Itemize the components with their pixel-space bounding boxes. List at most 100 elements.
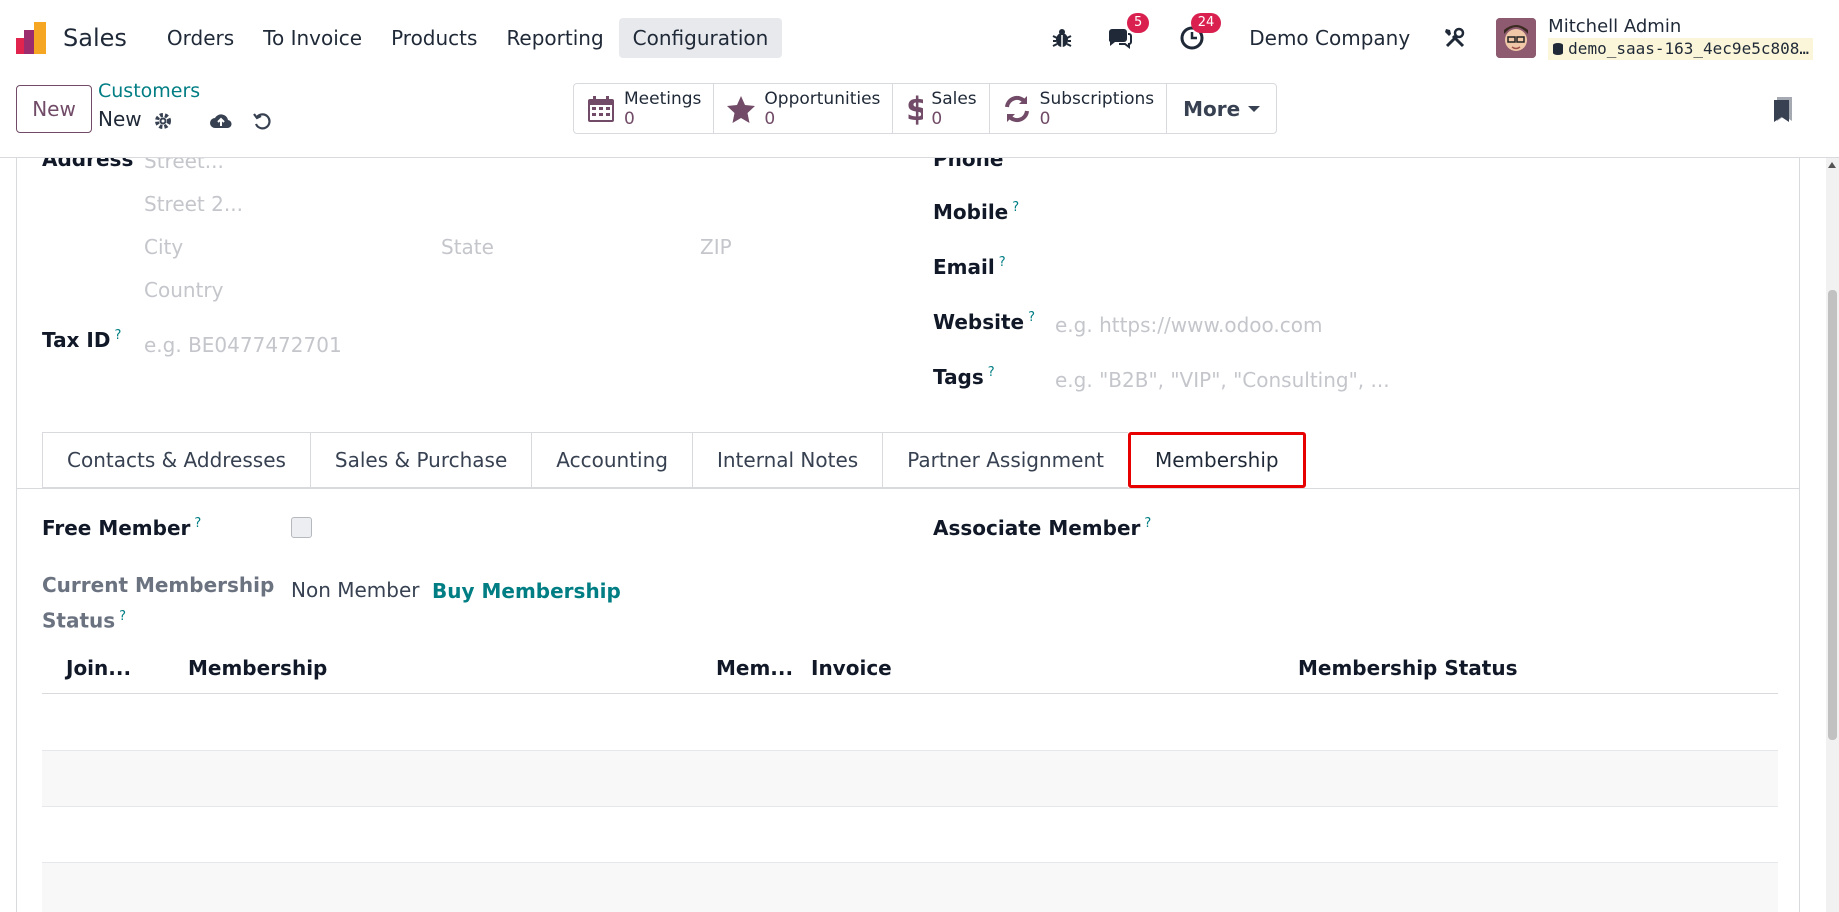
tab-sales-purchase[interactable]: Sales & Purchase xyxy=(309,432,532,488)
tab-contacts-addresses[interactable]: Contacts & Addresses xyxy=(42,432,310,488)
save-cloud-upload-icon[interactable] xyxy=(208,108,234,134)
free-member-checkbox[interactable] xyxy=(291,517,312,538)
column-join-date[interactable]: Join... xyxy=(66,656,131,680)
website-label: Website? xyxy=(933,310,1035,334)
membership-status-tooltip[interactable]: ? xyxy=(119,609,126,624)
star-icon xyxy=(727,95,756,123)
column-membership[interactable]: Membership xyxy=(188,656,327,680)
dollar-icon: $ xyxy=(906,92,923,126)
smart-button-meetings[interactable]: Meetings 0 xyxy=(574,84,715,133)
activities-clock-icon[interactable]: 24 xyxy=(1177,12,1222,53)
website-input[interactable]: e.g. https://www.odoo.com xyxy=(1055,313,1322,337)
street-input[interactable]: Street... xyxy=(144,158,224,173)
free-member-label-text: Free Member xyxy=(42,516,191,540)
tools-wrench-icon[interactable] xyxy=(1440,23,1470,53)
address-label: Address xyxy=(42,158,134,171)
buy-membership-button[interactable]: Buy Membership xyxy=(432,579,621,603)
smart-button-sales-text: Sales 0 xyxy=(931,89,976,129)
menu-reporting[interactable]: Reporting xyxy=(492,18,617,58)
smart-count: 0 xyxy=(624,108,635,129)
column-membership-fee[interactable]: Mem... xyxy=(716,656,793,680)
tax-id-label-text: Tax ID xyxy=(42,328,111,352)
user-avatar[interactable] xyxy=(1496,17,1537,58)
smart-button-opportunities-text: Opportunities 0 xyxy=(764,89,880,129)
database-name: demo_saas-163_4ec9e5c808… xyxy=(1548,37,1813,60)
website-tooltip[interactable]: ? xyxy=(1028,310,1035,325)
tags-input[interactable]: e.g. "B2B", "VIP", "Consulting", ... xyxy=(1055,368,1390,392)
svg-text:$: $ xyxy=(906,92,923,126)
membership-status-label-line1: Current Membership xyxy=(42,573,275,597)
app-name[interactable]: Sales xyxy=(63,24,127,52)
debug-bug-icon[interactable] xyxy=(1047,23,1077,53)
country-input[interactable]: Country xyxy=(144,278,223,302)
smart-button-subscriptions[interactable]: Subscriptions 0 xyxy=(990,84,1168,133)
user-menu[interactable]: Mitchell Admin demo_saas-163_4ec9e5c808… xyxy=(1548,16,1813,60)
tax-id-input[interactable]: e.g. BE0477472701 xyxy=(144,333,342,357)
column-membership-status[interactable]: Membership Status xyxy=(1298,656,1518,680)
breadcrumb-customers[interactable]: Customers xyxy=(98,80,200,102)
caret-down-icon xyxy=(1248,105,1261,112)
associate-member-tooltip[interactable]: ? xyxy=(1144,516,1151,531)
smart-buttons: Meetings 0 Opportunities 0 $ Sales 0 Sub… xyxy=(573,83,1278,134)
mobile-tooltip[interactable]: ? xyxy=(1012,200,1019,215)
messages-chat-icon[interactable]: 5 xyxy=(1105,12,1150,53)
menu-products[interactable]: Products xyxy=(377,18,491,58)
smart-button-sales[interactable]: $ Sales 0 xyxy=(893,84,990,133)
page-scrollbar[interactable] xyxy=(1826,158,1839,912)
tax-id-tooltip[interactable]: ? xyxy=(114,328,121,343)
calendar-icon xyxy=(588,95,614,122)
tab-membership[interactable]: Membership xyxy=(1127,432,1306,488)
table-row xyxy=(42,807,1778,863)
phone-label: Phone xyxy=(933,158,1004,171)
table-row xyxy=(42,863,1778,912)
sales-app-logo-icon[interactable] xyxy=(14,20,50,56)
membership-status-label-line2: Status xyxy=(42,608,116,633)
tags-tooltip[interactable]: ? xyxy=(988,365,995,380)
tab-partner-assignment[interactable]: Partner Assignment xyxy=(882,432,1128,488)
top-navbar: Sales Orders To Invoice Products Reporti… xyxy=(0,0,1839,75)
menu-orders[interactable]: Orders xyxy=(153,18,248,58)
tax-id-label: Tax ID? xyxy=(42,328,121,352)
table-row xyxy=(42,751,1778,807)
associate-member-label: Associate Member? xyxy=(933,516,1151,540)
city-input[interactable]: City xyxy=(144,235,183,259)
smart-label: Opportunities xyxy=(764,88,881,109)
smart-button-subscriptions-text: Subscriptions 0 xyxy=(1040,89,1154,129)
table-row xyxy=(42,695,1778,751)
more-button[interactable]: More xyxy=(1167,84,1276,133)
tab-divider xyxy=(17,488,1799,489)
zip-input[interactable]: ZIP xyxy=(700,235,732,259)
scrollbar-thumb[interactable] xyxy=(1828,290,1837,740)
scroll-up-arrow-icon[interactable] xyxy=(1828,162,1836,168)
messages-badge: 5 xyxy=(1126,12,1150,33)
tab-accounting[interactable]: Accounting xyxy=(531,432,692,488)
tags-label-text: Tags xyxy=(933,365,984,389)
company-switcher[interactable]: Demo Company xyxy=(1249,26,1410,50)
email-label-text: Email xyxy=(933,255,995,279)
website-label-text: Website xyxy=(933,310,1025,334)
email-tooltip[interactable]: ? xyxy=(999,255,1006,270)
bookmark-icon[interactable] xyxy=(1771,95,1795,127)
mobile-label: Mobile? xyxy=(933,200,1019,224)
gear-icon[interactable] xyxy=(150,108,176,134)
tab-internal-notes[interactable]: Internal Notes xyxy=(691,432,883,488)
new-button[interactable]: New xyxy=(16,85,92,133)
membership-status-label: Current Membership Status? xyxy=(42,570,274,637)
user-name: Mitchell Admin xyxy=(1548,15,1682,37)
smart-count: 0 xyxy=(1039,108,1051,129)
record-name: New xyxy=(98,107,142,131)
menu-configuration[interactable]: Configuration xyxy=(618,17,783,58)
smart-label: Meetings xyxy=(624,88,702,109)
state-input[interactable]: State xyxy=(441,235,494,259)
notebook-tabs: Contacts & Addresses Sales & Purchase Ac… xyxy=(42,432,1306,488)
free-member-tooltip[interactable]: ? xyxy=(194,516,201,531)
discard-undo-icon[interactable] xyxy=(249,108,275,134)
smart-button-opportunities[interactable]: Opportunities 0 xyxy=(714,84,894,133)
free-member-label: Free Member? xyxy=(42,516,201,540)
membership-status-value: Non Member xyxy=(291,578,420,602)
navbar-systray: 5 24 Demo Company Mitchell Admin demo_sa… xyxy=(1047,0,1839,75)
column-invoice[interactable]: Invoice xyxy=(811,656,892,680)
smart-count: 0 xyxy=(764,108,776,129)
menu-to-invoice[interactable]: To Invoice xyxy=(249,18,376,58)
street2-input[interactable]: Street 2... xyxy=(144,192,243,216)
